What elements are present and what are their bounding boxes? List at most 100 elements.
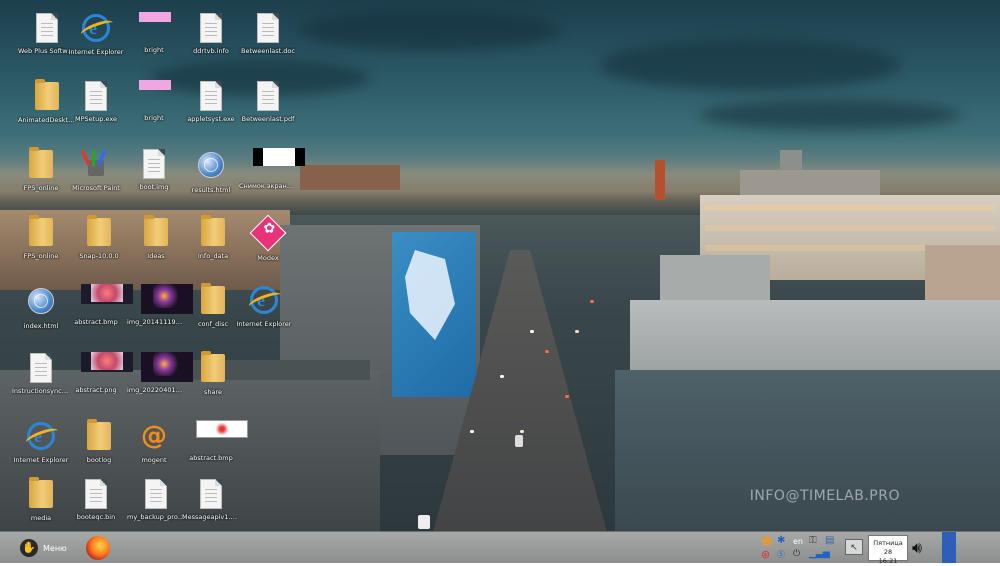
desktop-icon-label: abstract.bmp xyxy=(74,318,118,326)
network-icon[interactable]: ▤ xyxy=(825,535,834,546)
desktop-icon[interactable]: e Internet Explorer xyxy=(67,12,125,74)
signal-bars-icon[interactable]: ▁▃▅ xyxy=(809,549,830,559)
desktop-icon-label: Snap-10.0.0 xyxy=(79,252,119,260)
folder-icon xyxy=(201,215,225,246)
desktop-icon-label: Internet Explorer xyxy=(236,320,292,328)
desktop-icon-glyph xyxy=(141,284,193,316)
desktop-icon-glyph xyxy=(139,149,169,181)
desktop-icon-glyph xyxy=(139,80,171,112)
document-file-icon xyxy=(85,81,107,111)
image-thumbnail-icon xyxy=(139,12,171,22)
document-file-icon xyxy=(30,353,52,383)
desktop-icon-label: Modex xyxy=(257,254,279,262)
desktop-icon-label: bootlog xyxy=(86,456,112,464)
desktop-icon-glyph xyxy=(196,13,226,45)
lifebuoy-icon[interactable]: ⊛ xyxy=(761,548,770,561)
internet-explorer-icon: e xyxy=(82,14,110,42)
document-file-icon xyxy=(200,479,222,509)
desktop-icon[interactable]: Ideas xyxy=(127,215,185,278)
desktop-icon[interactable]: ddrtvb.info xyxy=(182,12,240,74)
desktop-icon-label: Instructionsync.txt xyxy=(12,387,70,395)
image-thumbnail-icon xyxy=(196,420,248,438)
document-file-icon xyxy=(200,13,222,43)
desktop-icon-glyph xyxy=(141,352,193,384)
internet-explorer-icon: e xyxy=(27,422,55,450)
desktop-icon[interactable]: bootlog xyxy=(70,419,128,482)
firefox-launcher-icon[interactable] xyxy=(86,536,110,560)
desktop-icon-label: FPS_online xyxy=(23,252,59,260)
desktop-icon[interactable]: MPSetup.exe xyxy=(67,80,125,142)
desktop-icon[interactable]: img_20141119_175... xyxy=(127,284,193,346)
show-desktop-button[interactable] xyxy=(942,532,956,563)
skype-icon[interactable]: Ⓢ xyxy=(777,549,785,560)
tray-expand-arrow-icon[interactable]: ↖ xyxy=(845,539,863,555)
desktop-icon[interactable]: appletsyst.exe xyxy=(182,80,240,142)
desktop-icon[interactable]: abstract.bmp xyxy=(182,420,248,482)
desktop-icon[interactable]: img_20220401_2217... xyxy=(127,352,193,414)
desktop-icon[interactable]: conf_disc xyxy=(184,283,242,346)
desktop-icon-glyph xyxy=(198,351,228,386)
desktop-icon[interactable]: e Internet Explorer xyxy=(235,284,293,346)
desktop-icon-label: Internet Explorer xyxy=(13,456,69,464)
desktop-icon[interactable]: abstract.png xyxy=(67,352,133,414)
desktop-icon[interactable]: Info_data xyxy=(184,215,242,278)
desktop-icon-glyph xyxy=(141,215,171,250)
desktop-icon[interactable]: Снимок экрана с... xyxy=(239,148,305,210)
folder-icon xyxy=(87,419,111,450)
desktop-icon[interactable]: index.html xyxy=(12,284,70,346)
desktop-icon-glyph xyxy=(32,79,62,114)
desktop-icon[interactable]: results.html xyxy=(182,148,240,210)
desktop-icon-label: bright xyxy=(144,46,164,54)
update-notifier-icon[interactable]: ☻ xyxy=(761,535,772,548)
desktop-icon-label: ddrtvb.info xyxy=(193,47,229,55)
desktop-icon-label: my_backup_profile.exe xyxy=(127,513,185,521)
power-icon[interactable]: ⏻ xyxy=(793,549,800,559)
desktop-icon[interactable]: e Internet Explorer xyxy=(12,420,70,482)
desktop-icon[interactable]: FPS_online xyxy=(12,215,70,278)
gnome-foot-icon: ✋ xyxy=(20,539,38,557)
desktop-icon[interactable]: abstract.bmp xyxy=(67,284,133,346)
desktop-icon-glyph xyxy=(253,81,283,113)
desktop-icon[interactable]: Microsoft Paint xyxy=(67,148,125,210)
folder-icon xyxy=(87,215,111,246)
folder-icon xyxy=(144,215,168,246)
bluetooth-icon[interactable]: ✱ xyxy=(777,535,785,546)
desktop-icon[interactable]: Snap-10.0.0 xyxy=(70,215,128,278)
desktop-icon[interactable]: boot.img xyxy=(125,148,183,210)
desktop-icon-glyph: e xyxy=(249,286,279,318)
desktop-icon-glyph xyxy=(253,13,283,45)
desktop-icon-glyph xyxy=(84,419,114,454)
desktop-icon[interactable]: share xyxy=(184,351,242,414)
clock-widget[interactable]: Пятница 28 16:21 xyxy=(868,535,908,565)
desktop-icon[interactable]: FPS_online xyxy=(12,147,70,210)
desktop-icon[interactable]: Betweenlast.pdf xyxy=(239,80,297,142)
key-icon[interactable]: ⚿ xyxy=(809,535,817,546)
volume-speaker-icon[interactable]: 🔊︎ xyxy=(912,538,936,558)
desktop-icon-glyph xyxy=(26,215,56,250)
html-globe-icon xyxy=(28,288,54,314)
desktop-icon[interactable]: Betweenlast.doc xyxy=(239,12,297,74)
folder-icon xyxy=(35,79,59,110)
screenshot-thumbnail-icon xyxy=(253,148,305,166)
image-thumbnail-icon xyxy=(81,352,133,372)
desktop-icon-label: index.html xyxy=(23,322,59,330)
document-file-icon xyxy=(257,81,279,111)
desktop-icon-glyph xyxy=(81,81,111,113)
start-menu-button[interactable]: ✋ Меню xyxy=(20,536,67,560)
desktop-icon-label: img_20220401_2217... xyxy=(127,386,185,394)
desktop-icon-label: FPS_online xyxy=(23,184,59,192)
desktop-icon[interactable]: Instructionsync.txt xyxy=(12,352,70,414)
desktop-icon-label: media xyxy=(30,514,52,522)
desktop-icon-label: Messageapiv1.pdf xyxy=(182,513,240,521)
document-file-icon xyxy=(145,479,167,509)
desktop-icon[interactable]: bright xyxy=(125,80,183,142)
desktop-icon[interactable]: bright xyxy=(125,12,183,74)
desktop-icon-label: results.html xyxy=(191,186,231,194)
desktop-icon-glyph xyxy=(141,479,171,511)
desktop-icon[interactable]: @ mogent xyxy=(125,420,183,482)
paint-brushes-icon xyxy=(80,150,110,178)
desktop-icon-glyph xyxy=(249,214,287,252)
desktop-icon[interactable]: Modex xyxy=(239,214,297,278)
keyboard-layout-indicator[interactable]: en xyxy=(793,537,803,546)
taskbar: ✋ Меню ☻ ✱ en ⚿ ▤ ⊛ Ⓢ ⏻ ▁▃▅ ↖ Пятница 28… xyxy=(0,531,1000,565)
